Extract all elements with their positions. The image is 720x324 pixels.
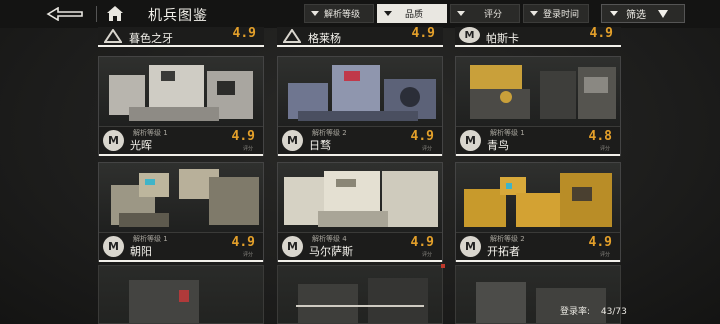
filter-login-time[interactable]: 登录时间 xyxy=(523,4,589,23)
faction-logo-icon: M xyxy=(460,130,481,151)
chevron-down-icon xyxy=(384,11,392,16)
filter-label: 评分 xyxy=(484,10,503,20)
login-rate: 登录率: 43/73 xyxy=(560,304,627,317)
login-rate-value: 43/73 xyxy=(600,307,627,317)
filter-label: 品质 xyxy=(405,10,424,20)
mech-card[interactable]: M 解析等级 1 光晖 4.9 评分 xyxy=(98,56,264,156)
filter-analysis-level[interactable]: 解析等级 xyxy=(304,4,374,23)
faction-logo-icon: M xyxy=(460,236,481,257)
mech-info: M 解析等级 4 马尔萨斯 4.9 评分 xyxy=(278,232,442,261)
score-label: 评分 xyxy=(242,146,253,152)
score-label: 评分 xyxy=(599,252,610,258)
mech-catalog-screen: 机兵图鉴 解析等级 品质 评分 登录时间 筛选 暮色之牙 4.9 格莱杨 4.9… xyxy=(0,0,720,324)
mech-info: M 解析等级 1 朝阳 4.9 评分 xyxy=(99,232,263,261)
top-bar: 机兵图鉴 解析等级 品质 评分 登录时间 筛选 xyxy=(0,0,720,28)
mech-card[interactable] xyxy=(277,265,443,324)
mech-score: 4.9 xyxy=(232,26,256,41)
faction-logo-icon: M xyxy=(459,27,480,43)
card-underline xyxy=(456,154,620,156)
mech-score: 4.9 xyxy=(231,129,255,144)
score-label: 评分 xyxy=(421,146,432,152)
home-icon[interactable] xyxy=(105,4,125,24)
filter-button[interactable]: 筛选 xyxy=(601,4,685,23)
mech-image xyxy=(298,278,428,323)
divider xyxy=(96,6,97,22)
mech-score: 4.9 xyxy=(588,235,612,250)
mech-score: 4.9 xyxy=(231,235,255,250)
faction-logo-icon: M xyxy=(282,236,303,257)
scroll-indicator[interactable] xyxy=(296,305,424,307)
mech-image xyxy=(129,280,199,323)
page-title: 机兵图鉴 xyxy=(148,8,208,24)
mech-name: 朝阳 xyxy=(130,245,152,258)
mech-card[interactable]: M 解析等级 1 朝阳 4.9 评分 xyxy=(98,162,264,262)
mech-info: M 解析等级 2 开拓者 4.9 评分 xyxy=(456,232,620,261)
faction-logo-icon: M xyxy=(103,236,124,257)
mech-name: 光晖 xyxy=(130,139,152,152)
mech-image xyxy=(278,163,442,232)
mech-info: M 解析等级 1 光晖 4.9 评分 xyxy=(99,126,263,155)
mech-score: 4.9 xyxy=(589,26,613,41)
mech-image xyxy=(99,163,263,232)
mech-score: 4.9 xyxy=(411,26,435,41)
new-indicator xyxy=(441,264,445,268)
mech-card[interactable]: 暮色之牙 4.9 xyxy=(98,26,264,47)
mech-score: 4.8 xyxy=(588,129,612,144)
mech-card[interactable]: M 解析等级 1 青鸟 4.8 评分 xyxy=(455,56,621,156)
mech-info: M 解析等级 1 青鸟 4.8 评分 xyxy=(456,126,620,155)
mech-name: 开拓者 xyxy=(487,245,520,258)
faction-logo-icon xyxy=(283,29,301,43)
back-arrow-icon[interactable] xyxy=(46,7,84,21)
score-label: 评分 xyxy=(242,252,253,258)
mech-name: 格莱杨 xyxy=(308,32,341,45)
mech-score: 4.9 xyxy=(410,129,434,144)
mech-image xyxy=(456,57,620,126)
mech-image xyxy=(99,57,263,126)
mech-card[interactable] xyxy=(98,265,264,324)
card-underline xyxy=(99,154,263,156)
card-underline xyxy=(278,260,442,262)
chevron-down-icon xyxy=(311,11,319,16)
funnel-icon xyxy=(658,9,668,18)
faction-logo-icon xyxy=(104,29,122,43)
filter-score[interactable]: 评分 xyxy=(450,4,520,23)
score-label: 评分 xyxy=(421,252,432,258)
filter-label: 解析等级 xyxy=(324,10,361,20)
mech-name: 暮色之牙 xyxy=(129,32,173,45)
mech-name: 青鸟 xyxy=(487,139,509,152)
mech-score: 4.9 xyxy=(410,235,434,250)
mech-card[interactable]: M 帕斯卡 4.9 xyxy=(455,26,621,47)
card-underline xyxy=(278,154,442,156)
mech-card[interactable]: M 解析等级 2 开拓者 4.9 评分 xyxy=(455,162,621,262)
faction-logo-icon: M xyxy=(103,130,124,151)
faction-logo-icon: M xyxy=(282,130,303,151)
filter-quality[interactable]: 品质 xyxy=(377,4,447,23)
chevron-down-icon xyxy=(530,11,538,16)
mech-image xyxy=(278,57,442,126)
chevron-down-icon xyxy=(610,11,618,16)
mech-card[interactable]: M 解析等级 4 马尔萨斯 4.9 评分 xyxy=(277,162,443,262)
filter-label: 登录时间 xyxy=(543,10,580,20)
mech-card[interactable]: 格莱杨 4.9 xyxy=(277,26,443,47)
card-underline xyxy=(456,260,620,262)
mech-image xyxy=(456,163,620,232)
mech-info: M 解析等级 2 日骛 4.9 评分 xyxy=(278,126,442,155)
chevron-down-icon xyxy=(457,11,465,16)
mech-name: 马尔萨斯 xyxy=(309,245,353,258)
mech-card[interactable]: M 解析等级 2 日骛 4.9 评分 xyxy=(277,56,443,156)
login-rate-label: 登录率: xyxy=(560,307,591,317)
filter-button-label: 筛选 xyxy=(626,10,646,21)
score-label: 评分 xyxy=(599,146,610,152)
mech-name: 帕斯卡 xyxy=(486,32,519,45)
card-underline xyxy=(99,260,263,262)
mech-name: 日骛 xyxy=(309,139,331,152)
